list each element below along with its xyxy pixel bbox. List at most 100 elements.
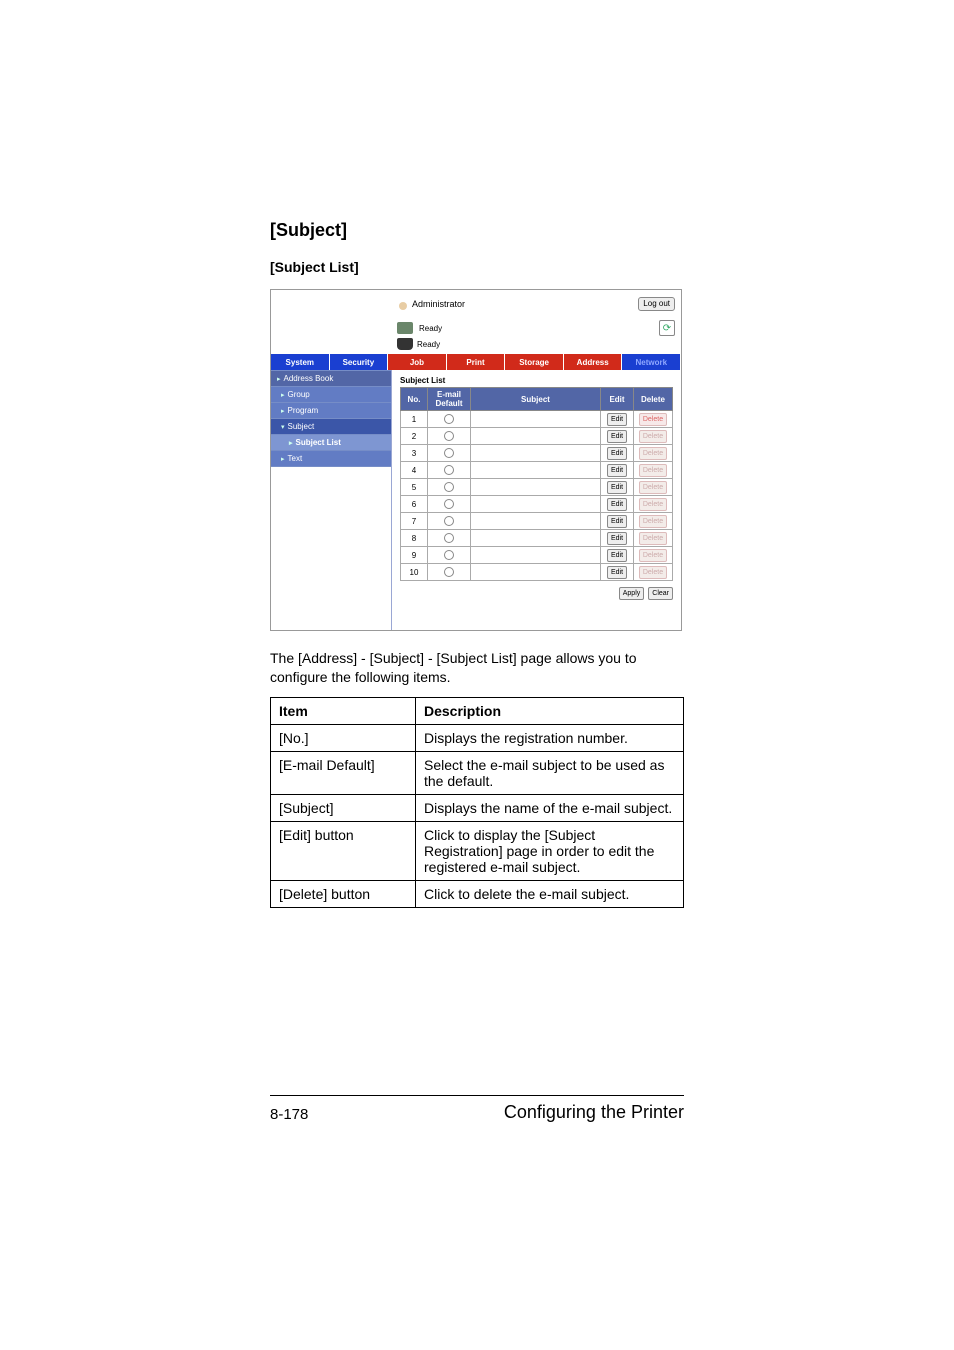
sidebar-item-label: Address Book: [284, 374, 334, 383]
radio-email-default[interactable]: [444, 567, 454, 577]
tab-security[interactable]: Security: [330, 354, 389, 370]
delete-button[interactable]: Delete: [639, 430, 667, 443]
edit-button[interactable]: Edit: [607, 549, 627, 562]
desc-cell-item: [Delete] button: [271, 880, 416, 907]
user-icon: [397, 298, 409, 310]
cell-edit: Edit: [601, 411, 634, 428]
cell-email-default: [428, 513, 471, 530]
edit-button[interactable]: Edit: [607, 532, 627, 545]
edit-button[interactable]: Edit: [607, 515, 627, 528]
cell-email-default: [428, 547, 471, 564]
radio-email-default[interactable]: [444, 499, 454, 509]
sidebar-item-label: Group: [288, 390, 310, 399]
table-row: 8 Edit Delete: [401, 530, 673, 547]
cell-edit: Edit: [601, 428, 634, 445]
cell-edit: Edit: [601, 547, 634, 564]
desc-cell-item: [Subject]: [271, 794, 416, 821]
cell-email-default: [428, 564, 471, 581]
sidebar-item-text[interactable]: Text: [271, 451, 391, 467]
radio-email-default[interactable]: [444, 516, 454, 526]
delete-button[interactable]: Delete: [639, 549, 667, 562]
edit-button[interactable]: Edit: [607, 566, 627, 579]
cell-email-default: [428, 530, 471, 547]
delete-button[interactable]: Delete: [639, 447, 667, 460]
edit-button[interactable]: Edit: [607, 464, 627, 477]
desc-cell-description: Select the e-mail subject to be used as …: [416, 751, 684, 794]
delete-button[interactable]: Delete: [639, 481, 667, 494]
radio-email-default[interactable]: [444, 550, 454, 560]
refresh-icon[interactable]: ⟳: [659, 320, 675, 336]
chevron-right-icon: [281, 390, 285, 399]
chevron-right-icon: [281, 454, 285, 463]
table-row: [No.]Displays the registration number.: [271, 724, 684, 751]
delete-button[interactable]: Delete: [639, 498, 667, 511]
radio-email-default[interactable]: [444, 533, 454, 543]
desc-cell-description: Displays the registration number.: [416, 724, 684, 751]
col-email-default: E-mail Default: [428, 388, 471, 411]
table-row: [Delete] buttonClick to delete the e-mai…: [271, 880, 684, 907]
edit-button[interactable]: Edit: [607, 498, 627, 511]
cell-edit: Edit: [601, 564, 634, 581]
radio-email-default[interactable]: [444, 465, 454, 475]
sidebar-item-group[interactable]: Group: [271, 387, 391, 403]
edit-button[interactable]: Edit: [607, 413, 627, 426]
page-number: 8-178: [270, 1106, 308, 1123]
tab-print[interactable]: Print: [447, 354, 506, 370]
desc-head-description: Description: [416, 697, 684, 724]
printer-status-text: Ready: [419, 324, 442, 333]
panel-title: Subject List: [400, 376, 673, 385]
sidebar: Address Book Group Program Subject: [271, 370, 392, 630]
clear-button[interactable]: Clear: [648, 587, 673, 600]
sidebar-item-address-book[interactable]: Address Book: [271, 370, 391, 387]
tab-network[interactable]: Network: [622, 354, 681, 370]
delete-button[interactable]: Delete: [639, 413, 667, 426]
sidebar-item-subject[interactable]: Subject: [271, 419, 391, 435]
desc-cell-item: [No.]: [271, 724, 416, 751]
table-row: [Edit] buttonClick to display the [Subje…: [271, 821, 684, 880]
chevron-right-icon: [281, 406, 285, 415]
desc-cell-description: Click to display the [Subject Registrati…: [416, 821, 684, 880]
tab-storage[interactable]: Storage: [505, 354, 564, 370]
cell-no: 8: [401, 530, 428, 547]
apply-button[interactable]: Apply: [619, 587, 645, 600]
subject-list-table: No. E-mail Default Subject Edit Delete 1…: [400, 387, 673, 581]
cell-subject: [471, 428, 601, 445]
cell-subject: [471, 547, 601, 564]
tab-job[interactable]: Job: [388, 354, 447, 370]
printer-logo: [277, 294, 397, 314]
sidebar-item-label: Subject List: [296, 438, 341, 447]
cell-delete: Delete: [634, 445, 673, 462]
printer-status-text-2: Ready: [417, 340, 440, 349]
cell-subject: [471, 445, 601, 462]
table-row: 1EditDelete: [401, 411, 673, 428]
table-row: 4EditDelete: [401, 462, 673, 479]
delete-button[interactable]: Delete: [639, 532, 667, 545]
edit-button[interactable]: Edit: [607, 430, 627, 443]
cell-edit: Edit: [601, 462, 634, 479]
logout-button[interactable]: Log out: [638, 297, 675, 311]
cell-email-default: [428, 496, 471, 513]
heading-subject-list: [Subject List]: [270, 259, 684, 275]
tab-system[interactable]: System: [271, 354, 330, 370]
cell-email-default: [428, 428, 471, 445]
chevron-right-icon: [289, 438, 293, 447]
user-indicator: Administrator: [397, 298, 465, 310]
delete-button[interactable]: Delete: [639, 464, 667, 477]
sidebar-item-program[interactable]: Program: [271, 403, 391, 419]
edit-button[interactable]: Edit: [607, 447, 627, 460]
cell-edit: Edit: [601, 513, 634, 530]
content-panel: Subject List No. E-mail Default Subject …: [392, 370, 681, 630]
radio-email-default[interactable]: [444, 414, 454, 424]
edit-button[interactable]: Edit: [607, 481, 627, 494]
radio-email-default[interactable]: [444, 482, 454, 492]
delete-button[interactable]: Delete: [639, 515, 667, 528]
radio-email-default[interactable]: [444, 431, 454, 441]
cell-delete: Delete: [634, 462, 673, 479]
sidebar-item-subject-list[interactable]: Subject List: [271, 435, 391, 451]
radio-email-default[interactable]: [444, 448, 454, 458]
tab-address[interactable]: Address: [564, 354, 623, 370]
delete-button[interactable]: Delete: [639, 566, 667, 579]
cell-no: 2: [401, 428, 428, 445]
cell-delete: Delete: [634, 479, 673, 496]
desc-cell-item: [E-mail Default]: [271, 751, 416, 794]
